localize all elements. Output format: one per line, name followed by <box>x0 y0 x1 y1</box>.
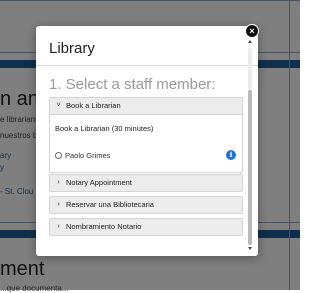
scrollbar-thumb[interactable] <box>248 90 252 245</box>
service-accordion-notary-appointment: › Notary Appointment <box>49 174 243 192</box>
staff-radio[interactable] <box>55 152 62 159</box>
service-accordion-book-a-librarian: ˅ Book a Librarian Book a Librarian (30 … <box>49 97 243 173</box>
chevron-down-icon: ˅ <box>56 102 61 109</box>
service-header-nombramiento-notario[interactable]: › Nombramiento Notario <box>50 219 242 235</box>
step-title: 1. Select a staff member: <box>49 76 216 93</box>
modal-scrollbar[interactable] <box>247 40 253 252</box>
staff-option-paolo-grimes[interactable]: Paolo Grimes <box>55 151 110 160</box>
service-accordion-reservar-una-bibliotecaria: › Reservar una Bibliotecaria <box>49 196 243 214</box>
service-label: Book a Librarian <box>66 101 121 110</box>
chevron-right-icon: › <box>57 179 60 186</box>
service-label: Nombramiento Notario <box>66 222 142 231</box>
modal-title: Library <box>49 40 95 57</box>
service-label: Reservar una Bibliotecaria <box>66 200 154 209</box>
chevron-right-icon: › <box>57 223 60 230</box>
service-label: Notary Appointment <box>66 178 132 187</box>
staff-name: Paolo Grimes <box>65 151 111 160</box>
service-header-reservar-una-bibliotecaria[interactable]: › Reservar una Bibliotecaria <box>50 197 242 213</box>
modal-divider <box>36 65 258 66</box>
scroll-up-arrow-icon[interactable] <box>248 40 252 43</box>
service-detail: Book a Librarian (30 minutes) <box>55 124 154 133</box>
service-header-notary-appointment[interactable]: › Notary Appointment <box>50 175 242 191</box>
service-header-book-a-librarian[interactable]: ˅ Book a Librarian <box>50 98 242 114</box>
scroll-down-arrow-icon[interactable] <box>248 247 252 250</box>
service-panel: Book a Librarian (30 minutes) Paolo Grim… <box>50 114 242 172</box>
booking-modal: Library 1. Select a staff member: ˅ Book… <box>36 26 258 256</box>
close-icon[interactable]: × <box>245 24 259 38</box>
info-icon[interactable]: i <box>226 150 236 160</box>
service-accordion-nombramiento-notario: › Nombramiento Notario <box>49 218 243 236</box>
chevron-right-icon: › <box>57 201 60 208</box>
